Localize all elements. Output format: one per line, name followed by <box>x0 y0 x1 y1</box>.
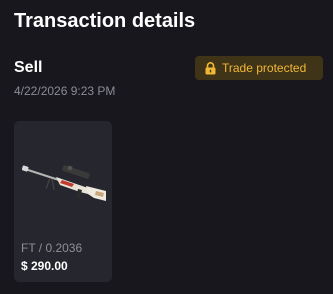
item-card[interactable]: FT / 0.2036 $ 290.00 <box>14 121 112 282</box>
page-title: Transaction details <box>14 10 196 32</box>
item-wear: FT / 0.2036 <box>21 241 83 255</box>
item-price: $ 290.00 <box>21 259 68 273</box>
badge-label: Trade protected <box>222 61 307 75</box>
trade-protected-badge: Trade protected <box>195 56 323 80</box>
transaction-date: 4/22/2026 9:23 PM <box>14 84 116 98</box>
lock-icon <box>204 61 216 75</box>
transaction-type: Sell <box>14 59 43 76</box>
sniper-rifle-icon <box>22 165 106 201</box>
